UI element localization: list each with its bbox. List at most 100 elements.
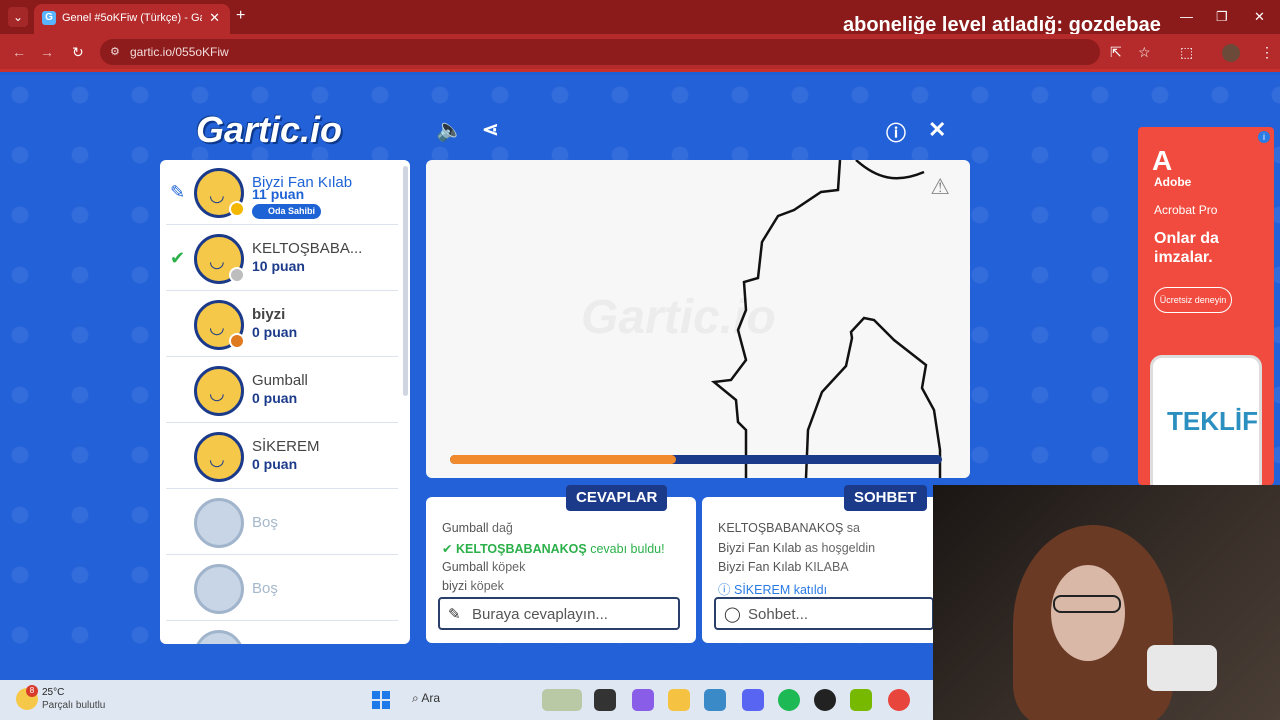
weather-description: Parçalı bulutlu: [42, 700, 106, 711]
player-list-scrollbar[interactable]: [403, 166, 408, 396]
status-dot: [229, 201, 245, 217]
spotify-icon[interactable]: [778, 689, 800, 711]
empty-avatar-icon: [194, 630, 244, 644]
browser-tab[interactable]: G Genel #5oKFiw (Türkçe) - Gartic ✕: [34, 4, 230, 34]
url-text: gartic.io/055oKFiw: [130, 45, 229, 59]
drawing-strokes: [710, 160, 942, 478]
answer-input-box[interactable]: ✎: [438, 597, 680, 630]
file-explorer-icon[interactable]: [594, 689, 616, 711]
browser-tab-bar: ⌄ G Genel #5oKFiw (Türkçe) - Gartic ✕ + …: [0, 0, 1280, 36]
timer-bar: [450, 455, 942, 464]
player-row[interactable]: ◡ Gumball 0 puan: [166, 358, 398, 423]
player-name: Gumball: [252, 372, 308, 389]
close-icon[interactable]: ✕: [928, 117, 946, 143]
ad-headline: Onlar da imzalar.: [1154, 230, 1219, 266]
answer-message: Gumball dağ: [442, 521, 513, 535]
answer-message: ✔ KELTOŞBABANAKOŞ cevabı buldu!: [442, 542, 665, 556]
window-close-icon[interactable]: ✕: [1254, 9, 1265, 25]
player-row[interactable]: ◡ SİKEREM 0 puan: [166, 424, 398, 489]
chat-tab: SOHBET: [844, 485, 927, 511]
favicon-icon: G: [42, 11, 56, 25]
answers-panel: CEVAPLAR Gumball dağ ✔ KELTOŞBABANAKOŞ c…: [426, 485, 696, 643]
player-points: 0 puan: [252, 324, 298, 340]
start-icon[interactable]: [372, 691, 390, 709]
site-info-icon[interactable]: ⚙: [110, 45, 120, 58]
settings-icon[interactable]: [704, 689, 726, 711]
empty-slot: [166, 622, 398, 644]
back-icon[interactable]: ←: [12, 44, 26, 60]
avatar: ◡: [194, 432, 244, 482]
status-dot: [229, 333, 245, 349]
tab-title: Genel #5oKFiw (Türkçe) - Gartic: [62, 12, 202, 24]
check-icon: ✔: [170, 248, 186, 268]
ad-phone-image: TEKLİF: [1150, 355, 1262, 485]
chat-panel: SOHBET KELTOŞBABANAKOŞ sa Biyzi Fan Kıla…: [702, 485, 934, 643]
player-row[interactable]: ✎ ◡ Biyzi Fan Kılab 11 puan Oda Sahibi: [166, 160, 398, 225]
maximize-icon[interactable]: ❐: [1216, 9, 1228, 25]
bookmark-star-icon[interactable]: ☆: [1138, 44, 1151, 61]
minimize-icon[interactable]: —: [1180, 9, 1193, 24]
player-name: SİKEREM: [252, 438, 320, 455]
player-points: 11 puan: [252, 186, 305, 202]
chat-input-box[interactable]: ◯: [714, 597, 934, 630]
extensions-icon[interactable]: ⬚: [1180, 44, 1193, 61]
ad-info-icon[interactable]: i: [1258, 131, 1270, 143]
forward-icon[interactable]: →: [40, 44, 54, 60]
ad-phone-text: TEKLİF: [1167, 406, 1258, 436]
pencil-icon: ✎: [170, 182, 186, 202]
adobe-ad[interactable]: i A Adobe Acrobat Pro Onlar da imzalar. …: [1138, 127, 1274, 485]
avatar: ◡: [194, 168, 245, 218]
weather-badge: 8: [26, 685, 38, 697]
ad-cta-button[interactable]: Ücretsiz deneyin: [1154, 287, 1232, 313]
drawing-canvas[interactable]: Gartic.io ⚠: [426, 160, 970, 478]
gartic-logo: Gartic.io: [196, 109, 343, 150]
answer-input[interactable]: [472, 606, 652, 623]
taskbar-search[interactable]: ⌕ Ara: [412, 691, 440, 706]
pencil-icon: ✎: [448, 606, 461, 623]
chat-input[interactable]: [748, 606, 928, 623]
url-field[interactable]: ⚙ gartic.io/055oKFiw: [100, 39, 1100, 65]
empty-avatar-icon: [194, 498, 244, 548]
answers-tab: CEVAPLAR: [566, 485, 668, 511]
answer-message: biyzi köpek: [442, 579, 504, 593]
new-tab-icon[interactable]: +: [236, 7, 245, 25]
streamer-face: [1051, 565, 1125, 661]
empty-slot: Boş: [166, 556, 398, 621]
copilot-icon[interactable]: [632, 689, 654, 711]
status-dot: [229, 267, 245, 283]
webcam-overlay: [933, 485, 1280, 720]
discord-icon[interactable]: [742, 689, 764, 711]
browser-menu-icon[interactable]: ⋮: [1260, 44, 1274, 61]
avatar: ◡: [194, 234, 245, 284]
sound-icon[interactable]: 🔈: [436, 117, 463, 143]
player-row[interactable]: ✔ ◡ KELTOŞBABA... 10 puan: [166, 226, 398, 291]
share-icon[interactable]: ⋖: [482, 117, 499, 142]
player-points: 0 puan: [252, 390, 298, 406]
player-row[interactable]: ◡ biyzi 0 puan: [166, 292, 398, 357]
widget-icon[interactable]: [542, 689, 582, 711]
answer-message: Gumball köpek: [442, 560, 526, 574]
player-points: 0 puan: [252, 456, 298, 472]
empty-avatar-icon: [194, 564, 244, 614]
reload-icon[interactable]: ↻: [72, 44, 84, 61]
tab-search-icon[interactable]: ⌄: [8, 7, 28, 27]
profile-avatar[interactable]: [1222, 44, 1240, 62]
empty-slot-label: Boş: [252, 580, 278, 597]
install-icon[interactable]: ⇱: [1110, 44, 1122, 61]
folder-icon[interactable]: [668, 689, 690, 711]
timer-fill: [450, 455, 677, 464]
nvidia-icon[interactable]: [850, 689, 872, 711]
avatar: ◡: [194, 366, 244, 416]
chrome-icon[interactable]: [888, 689, 910, 711]
empty-slot-label: Boş: [252, 514, 278, 531]
chat-message: ⓘ SİKEREM katıldı: [718, 583, 828, 597]
owner-badge: Oda Sahibi: [252, 204, 322, 219]
obs-icon[interactable]: [814, 689, 836, 711]
player-name: KELTOŞBABA...: [252, 240, 363, 257]
avatar: ◡: [194, 300, 245, 350]
player-list: ✎ ◡ Biyzi Fan Kılab 11 puan Oda Sahibi ✔…: [160, 160, 410, 644]
info-icon[interactable]: ⓘ: [886, 117, 906, 146]
report-warning-icon[interactable]: ⚠: [930, 174, 950, 200]
address-bar: ← → ↻ ⚙ gartic.io/055oKFiw ⇱ ☆ ⬚ ⋮: [0, 34, 1280, 72]
tab-close-icon[interactable]: ✕: [209, 10, 220, 26]
